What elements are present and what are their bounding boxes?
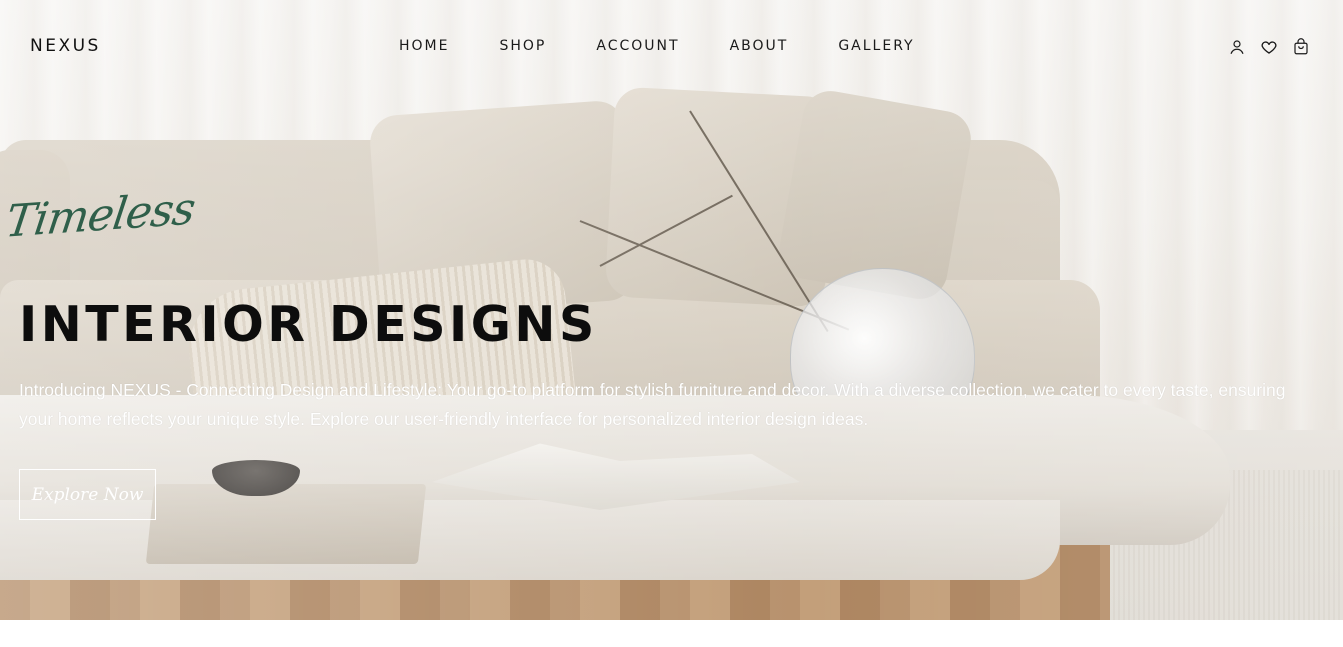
hero-intro-text: Introducing NEXUS - Connecting Design an… <box>19 380 1286 429</box>
nav-account[interactable]: ACCOUNT <box>596 38 679 54</box>
heart-icon[interactable] <box>1258 36 1280 58</box>
nav-home[interactable]: HOME <box>399 38 449 54</box>
nav-shop[interactable]: SHOP <box>499 38 546 54</box>
header-icons <box>1226 36 1312 58</box>
user-icon[interactable] <box>1226 36 1248 58</box>
main-nav: HOME SHOP ACCOUNT ABOUT GALLERY <box>399 38 915 54</box>
nav-about[interactable]: ABOUT <box>730 38 789 54</box>
logo[interactable]: NEXUS <box>30 36 101 56</box>
hero-headline: INTERIOR DESIGNS <box>19 296 598 353</box>
explore-now-button[interactable]: Explore Now <box>19 469 156 520</box>
nav-gallery[interactable]: GALLERY <box>838 38 914 54</box>
cart-icon[interactable] <box>1290 36 1312 58</box>
site-header: NEXUS HOME SHOP ACCOUNT ABOUT GALLERY <box>0 0 1343 94</box>
